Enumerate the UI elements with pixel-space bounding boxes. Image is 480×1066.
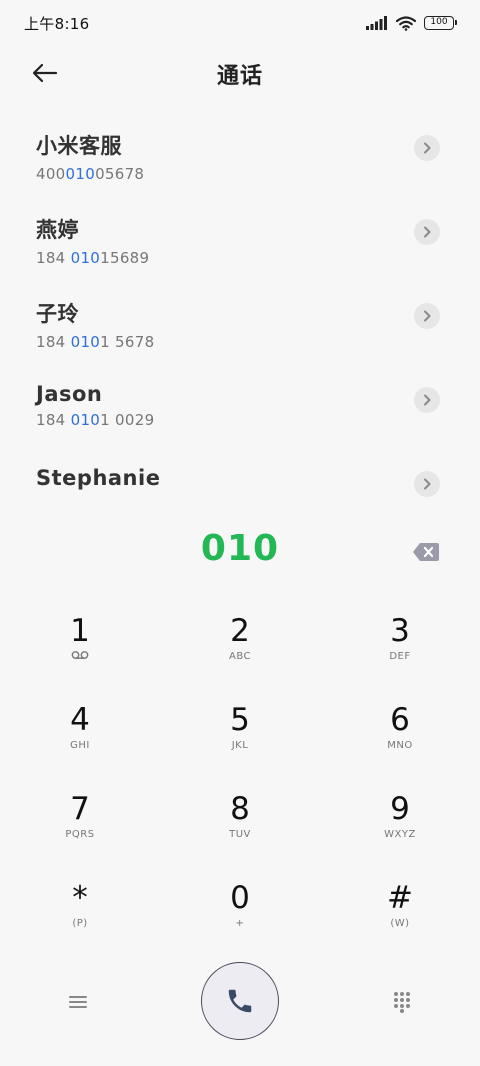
menu-icon <box>69 996 87 1008</box>
key-digit: 5 <box>230 702 250 738</box>
key-2[interactable]: 2 ABC <box>160 614 320 703</box>
key-digit: 2 <box>230 613 250 649</box>
contact-item[interactable]: Stephanie <box>0 444 480 528</box>
key-3[interactable]: 3 DEF <box>320 614 480 703</box>
dialpad-toggle-button[interactable] <box>386 986 418 1018</box>
key-letters: PQRS <box>65 829 95 840</box>
signal-icon <box>366 16 387 30</box>
page-title: 通话 <box>216 64 263 89</box>
key-letters: DEF <box>389 651 411 662</box>
key-digit: 7 <box>70 791 90 827</box>
contact-detail-button[interactable] <box>414 219 440 245</box>
key-4[interactable]: 4 GHI <box>0 703 160 792</box>
battery-level: 100 <box>430 17 448 27</box>
contact-detail-button[interactable] <box>414 135 440 161</box>
key-7[interactable]: 7 PQRS <box>0 792 160 881</box>
call-button[interactable] <box>201 962 279 1040</box>
status-icons: 100 <box>366 15 457 31</box>
phone-icon <box>228 989 252 1013</box>
contact-item[interactable]: Jason 184 0101 0029 <box>0 360 480 444</box>
key-letters: (W) <box>390 918 410 929</box>
contact-item[interactable]: 子玲 184 0101 5678 <box>0 276 480 360</box>
backspace-icon <box>413 543 439 561</box>
key-letters: TUV <box>229 829 251 840</box>
key-digit: 3 <box>390 613 410 649</box>
key-letters <box>71 650 89 664</box>
contact-detail-button[interactable] <box>414 303 440 329</box>
key-6[interactable]: 6 MNO <box>320 703 480 792</box>
number-match: 010 <box>70 249 101 267</box>
key-0[interactable]: 0 + <box>160 881 320 970</box>
number-prefix: 184 <box>36 411 71 429</box>
number-prefix: 400 <box>36 165 66 183</box>
contact-detail-button[interactable] <box>414 387 440 413</box>
key-digit: 6 <box>390 702 410 738</box>
number-suffix: 1 0029 <box>100 411 155 429</box>
menu-button[interactable] <box>62 986 94 1018</box>
number-suffix: 15689 <box>100 249 150 267</box>
bottom-bar <box>0 962 480 1040</box>
key-letters: JKL <box>231 740 249 751</box>
key-9[interactable]: 9 WXYZ <box>320 792 480 881</box>
contact-item[interactable]: 燕婷 184 01015689 <box>0 192 480 276</box>
key-1[interactable]: 1 <box>0 614 160 703</box>
keypad: 1 2 ABC 3 DEF 4 GHI 5 JKL 6 MNO 7 PQRS 8… <box>0 614 480 970</box>
dialpad-icon <box>394 992 410 1013</box>
key-letters: WXYZ <box>384 829 416 840</box>
key-digit: * <box>72 880 88 916</box>
number-match: 010 <box>65 165 96 183</box>
contact-list: 小米客服 40001005678 燕婷 184 01015689 子玲 184 … <box>0 108 480 528</box>
key-8[interactable]: 8 TUV <box>160 792 320 881</box>
key-5[interactable]: 5 JKL <box>160 703 320 792</box>
key-letters: + <box>235 918 245 929</box>
number-suffix: 05678 <box>95 165 145 183</box>
key-star[interactable]: * (P) <box>0 881 160 970</box>
voicemail-icon <box>71 651 89 659</box>
contact-number: 184 0101 5678 <box>36 333 480 351</box>
wifi-icon <box>396 15 416 31</box>
chevron-right-icon <box>424 478 431 490</box>
contact-number: 184 01015689 <box>36 249 480 267</box>
status-bar: 上午8:16 100 <box>0 0 480 46</box>
status-time: 上午8:16 <box>24 14 90 33</box>
number-match: 010 <box>70 333 101 351</box>
contact-number: 184 0101 0029 <box>36 411 480 429</box>
contact-detail-button[interactable] <box>414 471 440 497</box>
chevron-right-icon <box>424 142 431 154</box>
chevron-right-icon <box>424 394 431 406</box>
key-letters: ABC <box>228 651 251 662</box>
key-digit: 1 <box>70 613 90 649</box>
contact-number: 40001005678 <box>36 165 480 183</box>
key-hash[interactable]: # (W) <box>320 881 480 970</box>
dialed-number[interactable]: 010 <box>0 528 480 578</box>
key-digit: 4 <box>70 702 90 738</box>
backspace-button[interactable] <box>412 541 440 563</box>
key-digit: 0 <box>230 880 250 916</box>
header: 通话 <box>0 46 480 100</box>
chevron-right-icon <box>424 226 431 238</box>
key-letters: GHI <box>70 740 90 751</box>
battery-icon: 100 <box>424 16 457 30</box>
key-digit: 8 <box>230 791 250 827</box>
key-letters: MNO <box>387 740 413 751</box>
key-digit: # <box>387 880 413 916</box>
number-match: 010 <box>70 411 101 429</box>
contact-item[interactable]: 小米客服 40001005678 <box>0 108 480 192</box>
key-digit: 9 <box>390 791 410 827</box>
key-letters: (P) <box>72 918 88 929</box>
chevron-right-icon <box>424 310 431 322</box>
number-prefix: 184 <box>36 249 71 267</box>
number-prefix: 184 <box>36 333 71 351</box>
number-suffix: 1 5678 <box>100 333 155 351</box>
